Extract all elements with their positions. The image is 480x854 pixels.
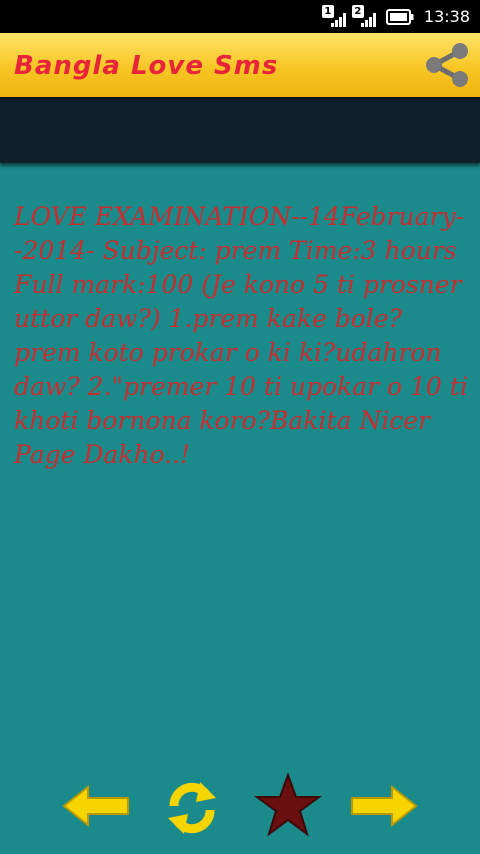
- battery-icon: [385, 8, 414, 25]
- refresh-icon: [168, 782, 216, 834]
- star-icon: [253, 772, 323, 837]
- previous-button[interactable]: [62, 784, 130, 828]
- signal-icon: [330, 12, 346, 27]
- refresh-button[interactable]: [160, 776, 224, 840]
- favorite-button[interactable]: [253, 772, 323, 840]
- status-time: 13:38: [423, 7, 470, 26]
- arrow-right-icon: [351, 784, 418, 828]
- sim1-signal: 1: [321, 4, 346, 27]
- status-bar: 1 2 13:38: [0, 0, 480, 33]
- banner-area: [0, 97, 480, 163]
- sim2-signal: 2: [351, 4, 376, 27]
- arrow-left-icon: [62, 784, 129, 828]
- bottom-navigation: [0, 768, 480, 844]
- share-button[interactable]: [422, 41, 472, 89]
- message-text: LOVE EXAMINATION--14February--2014- Subj…: [14, 202, 468, 469]
- signal-icon: [360, 12, 376, 27]
- app-bar: Bangla Love Sms: [0, 33, 480, 97]
- share-icon: [426, 43, 468, 87]
- next-button[interactable]: [350, 784, 418, 828]
- app-title: Bangla Love Sms: [14, 51, 279, 81]
